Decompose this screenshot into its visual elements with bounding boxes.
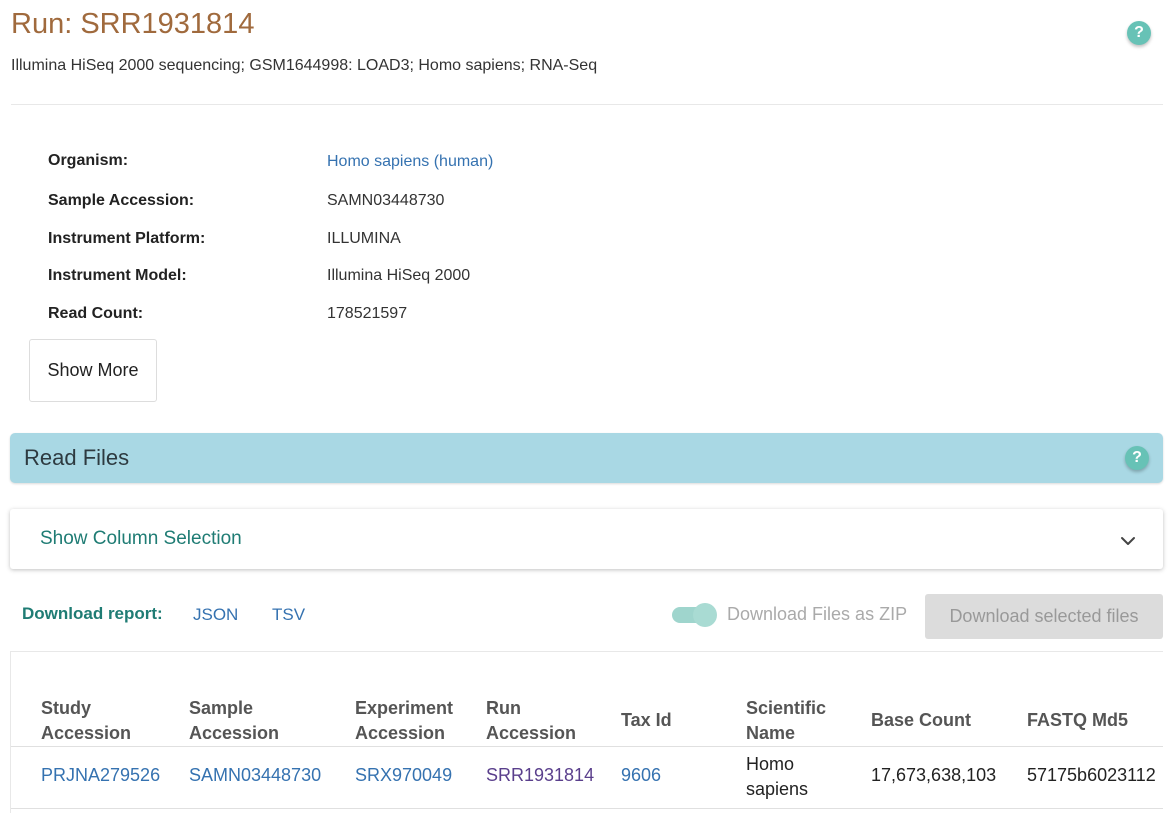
zip-toggle[interactable] [672, 603, 717, 627]
instrument-platform-value: ILLUMINA [327, 230, 401, 247]
chevron-down-icon [1121, 537, 1135, 545]
download-tsv-link[interactable]: TSV [272, 605, 305, 625]
column-selection-label: Show Column Selection [40, 528, 242, 549]
column-header-run-accession[interactable]: Run Accession [486, 696, 586, 746]
download-report-label: Download report: [22, 604, 163, 623]
run-subtitle: Illumina HiSeq 2000 sequencing; GSM16449… [11, 57, 598, 74]
download-json-link[interactable]: JSON [193, 605, 238, 625]
table-bottom-divider [11, 808, 1163, 809]
show-more-button[interactable]: Show More [29, 339, 157, 402]
base-count-cell: 17,673,638,103 [871, 765, 997, 785]
sample-accession-link[interactable]: SAMN03448730 [189, 765, 321, 786]
column-header-sample-accession[interactable]: Sample Accession [189, 696, 309, 746]
scientific-name-cell: Homo sapiens [746, 754, 809, 799]
table-header-divider [11, 746, 1163, 747]
instrument-model-value: Illumina HiSeq 2000 [327, 267, 471, 284]
download-selected-button[interactable]: Download selected files [925, 594, 1163, 639]
instrument-model-label: Instrument Model: [48, 267, 187, 284]
tax-id-link[interactable]: 9606 [621, 765, 661, 786]
table-left-border [10, 651, 11, 813]
help-icon[interactable]: ? [1125, 446, 1149, 470]
header-divider [11, 104, 1163, 105]
column-header-fastq-md5[interactable]: FASTQ Md5 [1027, 708, 1128, 733]
fastq-md5-cell: 57175b6023112 [1027, 765, 1156, 785]
zip-toggle-label: Download Files as ZIP [727, 604, 908, 624]
organism-label: Organism: [48, 152, 129, 169]
instrument-platform-label: Instrument Platform: [48, 230, 206, 247]
page-title: Run: SRR1931814 [11, 8, 255, 40]
column-header-experiment-accession[interactable]: Experiment Accession [355, 696, 475, 746]
read-count-value: 178521597 [327, 305, 408, 322]
column-header-study-accession[interactable]: Study Accession [41, 696, 161, 746]
study-accession-link[interactable]: PRJNA279526 [41, 765, 160, 786]
sample-accession-value: SAMN03448730 [327, 192, 445, 209]
organism-link[interactable]: Homo sapiens (human) [327, 153, 493, 171]
read-count-label: Read Count: [48, 305, 144, 322]
sample-accession-label: Sample Accession: [48, 192, 195, 209]
column-header-base-count[interactable]: Base Count [871, 708, 971, 733]
column-header-tax-id[interactable]: Tax Id [621, 708, 672, 733]
table-top-divider [11, 651, 1163, 652]
experiment-accession-link[interactable]: SRX970049 [355, 765, 452, 786]
read-files-title: Read Files [24, 445, 130, 470]
read-files-header: Read Files ? [10, 433, 1163, 483]
zip-toggle-knob [693, 603, 717, 627]
run-accession-link[interactable]: SRR1931814 [486, 765, 594, 786]
column-header-scientific-name[interactable]: Scientific Name [746, 696, 846, 746]
column-selection-toggle[interactable]: Show Column Selection [10, 509, 1163, 569]
help-icon[interactable]: ? [1127, 21, 1151, 45]
